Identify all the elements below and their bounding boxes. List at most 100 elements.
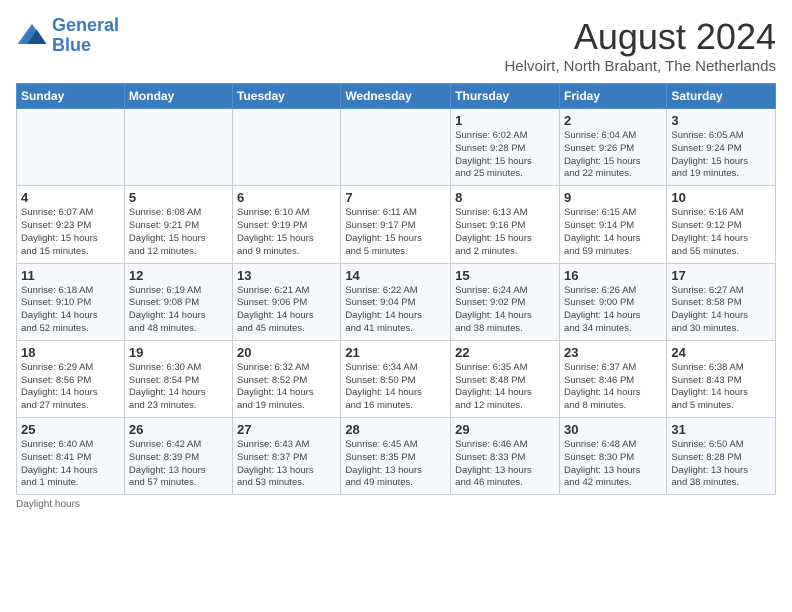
day-info: Sunrise: 6:38 AM Sunset: 8:43 PM Dayligh… — [671, 362, 771, 413]
location-subtitle: Helvoirt, North Brabant, The Netherlands — [504, 58, 776, 75]
day-info: Sunrise: 6:18 AM Sunset: 9:10 PM Dayligh… — [21, 285, 120, 336]
day-info: Sunrise: 6:19 AM Sunset: 9:08 PM Dayligh… — [129, 285, 228, 336]
day-info: Sunrise: 6:42 AM Sunset: 8:39 PM Dayligh… — [129, 439, 228, 490]
day-info: Sunrise: 6:11 AM Sunset: 9:17 PM Dayligh… — [345, 207, 446, 258]
calendar-cell: 27 Sunrise: 6:43 AM Sunset: 8:37 PM Dayli… — [233, 418, 341, 495]
calendar-cell: 28 Sunrise: 6:45 AM Sunset: 8:35 PM Dayli… — [341, 418, 451, 495]
day-number: 29 — [455, 422, 555, 437]
day-number: 5 — [129, 190, 228, 205]
day-number: 16 — [564, 268, 662, 283]
day-info: Sunrise: 6:46 AM Sunset: 8:33 PM Dayligh… — [455, 439, 555, 490]
calendar-cell: 10 Sunrise: 6:16 AM Sunset: 9:12 PM Dayli… — [667, 186, 776, 263]
calendar-cell: 4 Sunrise: 6:07 AM Sunset: 9:23 PM Daylig… — [17, 186, 125, 263]
logo-line2: Blue — [52, 35, 91, 55]
calendar-table: SundayMondayTuesdayWednesdayThursdayFrid… — [16, 83, 776, 495]
header-sunday: Sunday — [17, 84, 125, 109]
logo-text: General Blue — [52, 16, 119, 56]
calendar-cell: 26 Sunrise: 6:42 AM Sunset: 8:39 PM Dayli… — [124, 418, 232, 495]
day-info: Sunrise: 6:16 AM Sunset: 9:12 PM Dayligh… — [671, 207, 771, 258]
calendar-week-row: 18 Sunrise: 6:29 AM Sunset: 8:56 PM Dayli… — [17, 340, 776, 417]
day-info: Sunrise: 6:07 AM Sunset: 9:23 PM Dayligh… — [21, 207, 120, 258]
day-number: 30 — [564, 422, 662, 437]
header-tuesday: Tuesday — [233, 84, 341, 109]
day-number: 4 — [21, 190, 120, 205]
day-info: Sunrise: 6:35 AM Sunset: 8:48 PM Dayligh… — [455, 362, 555, 413]
day-info: Sunrise: 6:50 AM Sunset: 8:28 PM Dayligh… — [671, 439, 771, 490]
day-number: 28 — [345, 422, 446, 437]
day-info: Sunrise: 6:04 AM Sunset: 9:26 PM Dayligh… — [564, 130, 662, 181]
day-info: Sunrise: 6:40 AM Sunset: 8:41 PM Dayligh… — [21, 439, 120, 490]
day-number: 14 — [345, 268, 446, 283]
day-number: 9 — [564, 190, 662, 205]
day-info: Sunrise: 6:05 AM Sunset: 9:24 PM Dayligh… — [671, 130, 771, 181]
calendar-cell: 15Sunrise: 6:24 AM Sunset: 9:02 PM Dayli… — [451, 263, 560, 340]
day-info: Sunrise: 6:08 AM Sunset: 9:21 PM Dayligh… — [129, 207, 228, 258]
calendar-week-row: 1Sunrise: 6:02 AM Sunset: 9:28 PM Daylig… — [17, 109, 776, 186]
day-info: Sunrise: 6:15 AM Sunset: 9:14 PM Dayligh… — [564, 207, 662, 258]
header-thursday: Thursday — [451, 84, 560, 109]
day-number: 6 — [237, 190, 336, 205]
day-number: 1 — [455, 113, 555, 128]
day-number: 22 — [455, 345, 555, 360]
day-number: 24 — [671, 345, 771, 360]
month-title: August 2024 — [504, 16, 776, 58]
calendar-cell — [233, 109, 341, 186]
calendar-cell: 17 Sunrise: 6:27 AM Sunset: 8:58 PM Dayli… — [667, 263, 776, 340]
day-info: Sunrise: 6:10 AM Sunset: 9:19 PM Dayligh… — [237, 207, 336, 258]
logo: General Blue — [16, 16, 119, 56]
day-info: Sunrise: 6:43 AM Sunset: 8:37 PM Dayligh… — [237, 439, 336, 490]
day-number: 10 — [671, 190, 771, 205]
day-number: 21 — [345, 345, 446, 360]
calendar-week-row: 25 Sunrise: 6:40 AM Sunset: 8:41 PM Dayli… — [17, 418, 776, 495]
calendar-cell: 9 Sunrise: 6:15 AM Sunset: 9:14 PM Daylig… — [559, 186, 666, 263]
day-number: 7 — [345, 190, 446, 205]
day-number: 25 — [21, 422, 120, 437]
day-number: 20 — [237, 345, 336, 360]
calendar-header-row: SundayMondayTuesdayWednesdayThursdayFrid… — [17, 84, 776, 109]
day-info: Sunrise: 6:37 AM Sunset: 8:46 PM Dayligh… — [564, 362, 662, 413]
day-info: Sunrise: 6:24 AM Sunset: 9:02 PM Dayligh… — [455, 285, 555, 336]
calendar-cell: 21Sunrise: 6:34 AM Sunset: 8:50 PM Dayli… — [341, 340, 451, 417]
day-number: 17 — [671, 268, 771, 283]
calendar-cell: 23 Sunrise: 6:37 AM Sunset: 8:46 PM Dayli… — [559, 340, 666, 417]
day-number: 23 — [564, 345, 662, 360]
calendar-cell: 13Sunrise: 6:21 AM Sunset: 9:06 PM Dayli… — [233, 263, 341, 340]
footer-text: Daylight hours — [16, 499, 80, 510]
day-info: Sunrise: 6:29 AM Sunset: 8:56 PM Dayligh… — [21, 362, 120, 413]
day-number: 26 — [129, 422, 228, 437]
title-block: August 2024 Helvoirt, North Brabant, The… — [504, 16, 776, 75]
day-number: 27 — [237, 422, 336, 437]
header-friday: Friday — [559, 84, 666, 109]
calendar-cell — [124, 109, 232, 186]
calendar-cell: 2 Sunrise: 6:04 AM Sunset: 9:26 PM Daylig… — [559, 109, 666, 186]
header-wednesday: Wednesday — [341, 84, 451, 109]
calendar-cell: 14 Sunrise: 6:22 AM Sunset: 9:04 PM Dayli… — [341, 263, 451, 340]
day-number: 2 — [564, 113, 662, 128]
calendar-cell: 25 Sunrise: 6:40 AM Sunset: 8:41 PM Dayli… — [17, 418, 125, 495]
day-info: Sunrise: 6:45 AM Sunset: 8:35 PM Dayligh… — [345, 439, 446, 490]
calendar-cell: 18 Sunrise: 6:29 AM Sunset: 8:56 PM Dayli… — [17, 340, 125, 417]
day-number: 18 — [21, 345, 120, 360]
logo-icon — [16, 20, 48, 52]
day-info: Sunrise: 6:26 AM Sunset: 9:00 PM Dayligh… — [564, 285, 662, 336]
logo-line1: General — [52, 15, 119, 35]
calendar-week-row: 11 Sunrise: 6:18 AM Sunset: 9:10 PM Dayli… — [17, 263, 776, 340]
calendar-cell: 16 Sunrise: 6:26 AM Sunset: 9:00 PM Dayli… — [559, 263, 666, 340]
calendar-cell: 19Sunrise: 6:30 AM Sunset: 8:54 PM Dayli… — [124, 340, 232, 417]
day-info: Sunrise: 6:32 AM Sunset: 8:52 PM Dayligh… — [237, 362, 336, 413]
calendar-cell: 20 Sunrise: 6:32 AM Sunset: 8:52 PM Dayli… — [233, 340, 341, 417]
day-info: Sunrise: 6:21 AM Sunset: 9:06 PM Dayligh… — [237, 285, 336, 336]
calendar-cell — [17, 109, 125, 186]
day-info: Sunrise: 6:22 AM Sunset: 9:04 PM Dayligh… — [345, 285, 446, 336]
header-monday: Monday — [124, 84, 232, 109]
calendar-cell: 11 Sunrise: 6:18 AM Sunset: 9:10 PM Dayli… — [17, 263, 125, 340]
calendar-week-row: 4 Sunrise: 6:07 AM Sunset: 9:23 PM Daylig… — [17, 186, 776, 263]
day-info: Sunrise: 6:27 AM Sunset: 8:58 PM Dayligh… — [671, 285, 771, 336]
calendar-cell: 29 Sunrise: 6:46 AM Sunset: 8:33 PM Dayli… — [451, 418, 560, 495]
calendar-cell: 8Sunrise: 6:13 AM Sunset: 9:16 PM Daylig… — [451, 186, 560, 263]
calendar-cell: 5 Sunrise: 6:08 AM Sunset: 9:21 PM Daylig… — [124, 186, 232, 263]
day-info: Sunrise: 6:13 AM Sunset: 9:16 PM Dayligh… — [455, 207, 555, 258]
calendar-cell: 24 Sunrise: 6:38 AM Sunset: 8:43 PM Dayli… — [667, 340, 776, 417]
header-saturday: Saturday — [667, 84, 776, 109]
day-number: 11 — [21, 268, 120, 283]
